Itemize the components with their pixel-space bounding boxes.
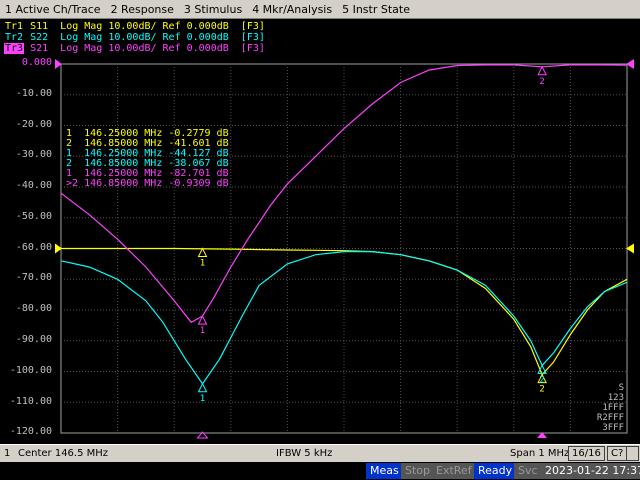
menu-mkr-analysis[interactable]: 4 Mkr/Analysis — [247, 3, 337, 16]
trace-plot[interactable]: 1 2 1 2 1 2 — [0, 19, 640, 444]
points-indicator: 16/16 — [568, 446, 605, 461]
marker-label: 1 — [200, 326, 205, 336]
status-bar: Meas Stop ExtRef Ready Svc 2023-01-22 17… — [0, 462, 640, 480]
side-label: 3FFF — [602, 423, 624, 433]
marker-label: 2 — [539, 77, 544, 87]
measurement-screen[interactable]: Tr1 S11 Log Mag 10.00dB/ Ref 0.000dB [F3… — [0, 19, 640, 444]
marker-triangle — [537, 65, 547, 76]
menu-instr-state[interactable]: 5 Instr State — [337, 3, 415, 16]
marker-label: 2 — [539, 385, 544, 395]
scroll-right-icon[interactable] — [626, 446, 639, 461]
side-label: R2FFF — [596, 413, 624, 423]
marker-triangle — [197, 247, 208, 257]
menu-stimulus[interactable]: 3 Stimulus — [179, 3, 247, 16]
marker-triangle — [197, 382, 208, 393]
status-meas: Meas — [366, 463, 403, 479]
menu-active-ch-trace[interactable]: 1 Active Ch/Trace — [0, 3, 106, 16]
ifbw[interactable]: IFBW 5 kHz — [276, 448, 332, 459]
marker-label: 2 — [539, 375, 544, 385]
status-extref: ExtRef — [432, 463, 476, 479]
side-label: 1FFF — [602, 403, 624, 413]
marker-label: 1 — [200, 259, 205, 269]
channel-info-bar: 1 Center 146.5 MHz IFBW 5 kHz Span 1 MHz… — [0, 444, 640, 462]
marker-row: >2 146.85000 MHz -0.9309 dB — [66, 178, 229, 189]
menu-bar: 1 Active Ch/Trace 2 Response 3 Stimulus … — [0, 0, 640, 19]
cal-indicator: C? — [607, 446, 628, 461]
span[interactable]: Span 1 MHz — [510, 448, 569, 459]
status-svc: Svc — [514, 463, 542, 479]
status-stop: Stop — [401, 463, 435, 479]
center-frequency[interactable]: Center 146.5 MHz — [18, 448, 108, 459]
marker-label: 1 — [200, 394, 205, 404]
side-label: S — [618, 383, 624, 393]
status-ready: Ready — [474, 463, 517, 479]
menu-response[interactable]: 2 Response — [106, 3, 179, 16]
side-label: 123 — [607, 393, 624, 403]
channel-number: 1 — [4, 448, 11, 459]
status-datetime: 2023-01-22 17:37 — [541, 463, 640, 479]
